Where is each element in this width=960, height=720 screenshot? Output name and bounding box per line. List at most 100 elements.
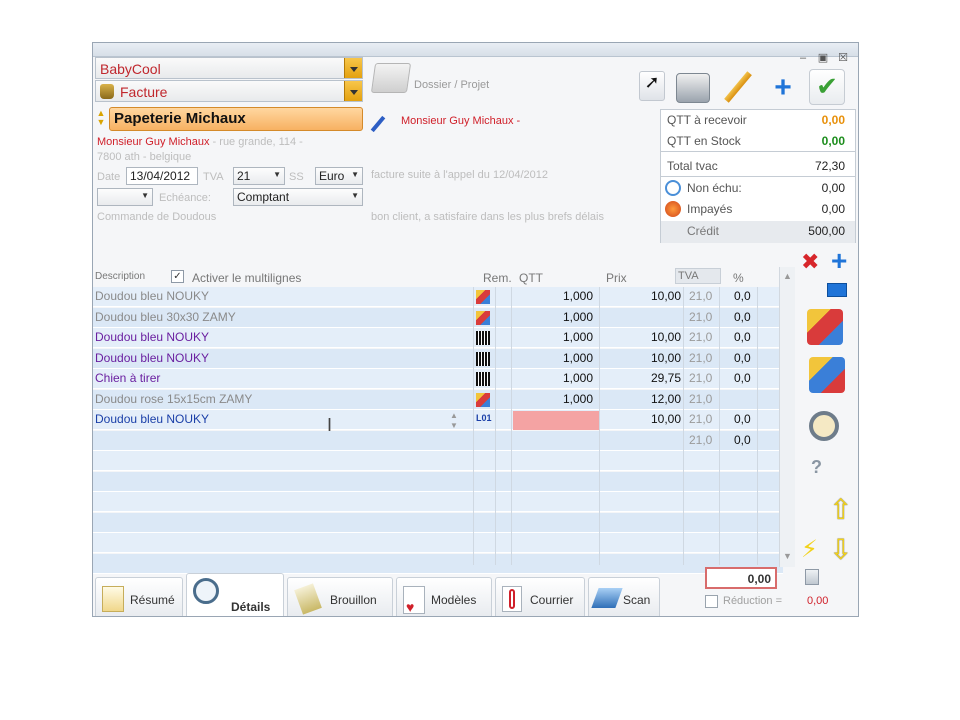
commande-text[interactable]: Commande de Doudous: [97, 211, 216, 223]
table-row[interactable]: [93, 553, 783, 574]
up-down-arrows-icon[interactable]: ▲ ▼: [95, 109, 107, 129]
spinner-icon[interactable]: ▲ ▼: [447, 411, 461, 431]
grid-scrollbar[interactable]: ▲ ▼: [779, 267, 795, 567]
schedule-cubes-icon[interactable]: [809, 357, 845, 393]
cursor-select-icon[interactable]: ➚: [639, 71, 665, 101]
total-box[interactable]: 0,00: [705, 567, 777, 589]
table-row[interactable]: Doudou bleu 30x30 ZAMY 1,000 21,0 0,0: [93, 307, 783, 328]
row-description[interactable]: Doudou bleu NOUKY: [95, 412, 209, 426]
barcode-icon[interactable]: [476, 351, 490, 366]
chevron-down-icon[interactable]: [344, 81, 362, 101]
currency-select[interactable]: Euro: [315, 167, 363, 185]
table-row[interactable]: Chien à tirer 1,000 29,75 21,0 0,0: [93, 369, 783, 389]
tva-select[interactable]: 21: [233, 167, 285, 185]
qtt-edit-cell[interactable]: [513, 411, 599, 430]
row-prix[interactable]: 10,00: [651, 289, 681, 303]
date-field[interactable]: 13/04/2012: [126, 167, 198, 185]
table-row[interactable]: Doudou bleu NOUKY 1,000 10,00 21,0 0,0: [93, 328, 783, 348]
client-note[interactable]: bon client, a satisfaire dans les plus b…: [371, 211, 604, 223]
search-magnifier-icon[interactable]: [809, 411, 839, 441]
tab-brouillon[interactable]: Brouillon: [287, 577, 393, 616]
row-tva[interactable]: 21,0: [689, 351, 712, 365]
move-down-arrow-icon[interactable]: ⇩: [829, 533, 852, 566]
table-row[interactable]: Doudou bleu NOUKYL011,00010,0021,00,0: [93, 410, 783, 430]
products-cubes-icon[interactable]: [807, 309, 843, 345]
row-tva[interactable]: 21,0: [689, 371, 712, 385]
row-pct[interactable]: 0,0: [734, 412, 751, 426]
tab-scan[interactable]: Scan: [588, 577, 660, 616]
tab-details[interactable]: Détails: [186, 573, 284, 616]
row-qtt[interactable]: 1,000: [563, 392, 593, 406]
row-prix[interactable]: 29,75: [651, 371, 681, 385]
invoice-note[interactable]: facture suite à l'appel du 12/04/2012: [371, 169, 548, 181]
echeance-select[interactable]: Comptant: [233, 188, 363, 206]
row-tva[interactable]: 21,0: [689, 412, 712, 426]
col-tva-header[interactable]: TVA: [675, 268, 721, 284]
stock-icon[interactable]: [476, 310, 490, 325]
row-description[interactable]: Doudou bleu NOUKY: [95, 289, 209, 303]
row-tva[interactable]: 21,0: [689, 433, 712, 447]
client-name[interactable]: Papeterie Michaux: [109, 107, 363, 131]
row-qtt[interactable]: 1,000: [563, 310, 593, 324]
row-pct[interactable]: 0,0: [734, 433, 751, 447]
dossier-label[interactable]: Dossier / Projet: [414, 79, 489, 91]
checkbox[interactable]: [705, 595, 718, 608]
table-row[interactable]: Doudou bleu NOUKY 1,000 10,00 21,0 0,0: [93, 348, 783, 369]
row-prix[interactable]: 10,00: [651, 351, 681, 365]
table-row[interactable]: Doudou bleu NOUKY 1,000 10,00 21,0 0,0: [93, 287, 783, 307]
row-qtt[interactable]: 1,000: [563, 371, 593, 385]
insert-line-icon[interactable]: [827, 283, 847, 297]
row-pct[interactable]: 0,0: [734, 330, 751, 344]
client-selector[interactable]: ▲ ▼ Papeterie Michaux: [95, 107, 363, 131]
scroll-down-icon[interactable]: ▼: [783, 551, 792, 561]
row-qtt[interactable]: 1,000: [563, 351, 593, 365]
row-prix[interactable]: 12,00: [651, 392, 681, 406]
row-pct[interactable]: 0,0: [734, 351, 751, 365]
table-row[interactable]: [93, 492, 783, 512]
lightning-icon[interactable]: ⚡: [801, 535, 818, 564]
edit-pencil-icon[interactable]: [724, 71, 752, 103]
table-row[interactable]: [93, 533, 783, 553]
delete-line-icon[interactable]: ✖: [801, 249, 819, 275]
row-qtt[interactable]: 1,000: [563, 289, 593, 303]
contact-name[interactable]: Monsieur Guy Michaux -: [401, 115, 520, 127]
validate-check-icon[interactable]: ✔: [809, 69, 845, 105]
tab-resume[interactable]: Résumé: [95, 577, 183, 616]
printer-icon[interactable]: [676, 73, 710, 103]
add-plus-icon[interactable]: +: [769, 73, 797, 103]
payment-mode-select[interactable]: [97, 188, 153, 206]
row-description[interactable]: Doudou rose 15x15cm ZAMY: [95, 392, 252, 406]
tab-courrier[interactable]: Courrier: [495, 577, 585, 616]
table-row[interactable]: [93, 512, 783, 533]
row-qtt[interactable]: 1,000: [563, 330, 593, 344]
row-pct[interactable]: 0,0: [734, 310, 751, 324]
row-prix[interactable]: 10,00: [651, 330, 681, 344]
maximize-icon[interactable]: ▣: [816, 51, 830, 65]
pen-icon[interactable]: [370, 115, 386, 133]
add-line-icon[interactable]: +: [831, 245, 847, 277]
row-description[interactable]: Doudou bleu NOUKY: [95, 351, 209, 365]
row-tva[interactable]: 21,0: [689, 310, 712, 324]
table-row[interactable]: Doudou rose 15x15cm ZAMY 1,000 12,00 21,0: [93, 389, 783, 410]
checkbox[interactable]: ✓: [171, 270, 184, 283]
tab-modeles[interactable]: ♥ Modèles: [396, 577, 492, 616]
row-tva[interactable]: 21,0: [689, 392, 712, 406]
row-tva[interactable]: 21,0: [689, 289, 712, 303]
row-description[interactable]: Doudou bleu 30x30 ZAMY: [95, 310, 236, 324]
row-description[interactable]: Chien à tirer: [95, 371, 160, 385]
row-pct[interactable]: 0,0: [734, 371, 751, 385]
scroll-up-icon[interactable]: ▲: [783, 271, 792, 281]
table-row[interactable]: [93, 471, 783, 492]
close-icon[interactable]: ☒: [836, 51, 850, 65]
table-row[interactable]: 21,0 0,0: [93, 430, 783, 451]
stock-icon[interactable]: [476, 290, 490, 304]
folder-icon[interactable]: [370, 63, 412, 93]
row-pct[interactable]: 0,0: [734, 289, 751, 303]
help-question-icon[interactable]: ?: [811, 457, 822, 478]
company-select[interactable]: BabyCool: [95, 57, 363, 79]
minimize-icon[interactable]: –: [796, 51, 810, 65]
document-type-select[interactable]: Facture: [95, 80, 363, 102]
move-up-arrow-icon[interactable]: ⇧: [829, 493, 852, 526]
calculator-icon[interactable]: [805, 569, 819, 585]
barcode-icon[interactable]: [476, 331, 490, 345]
